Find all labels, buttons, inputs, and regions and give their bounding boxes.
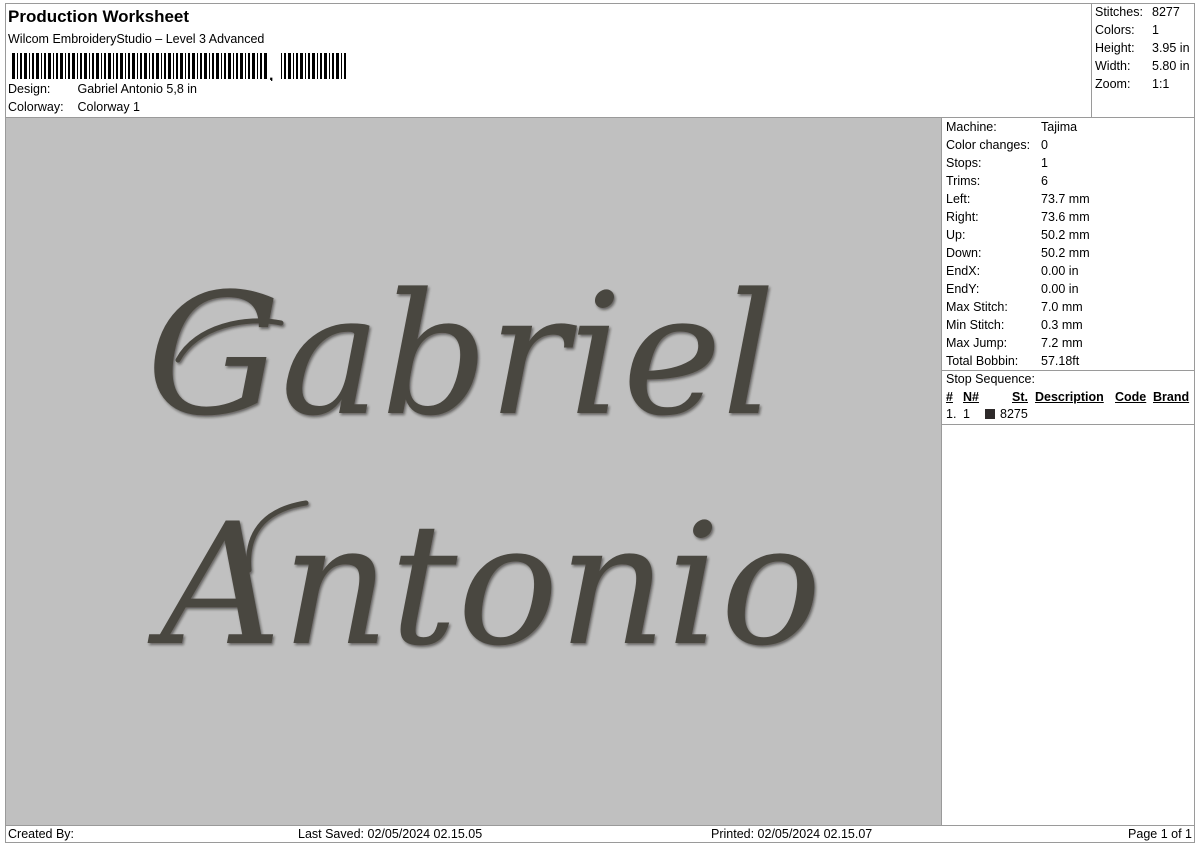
design-row: Design: Gabriel Antonio 5,8 in: [8, 82, 197, 96]
stat-label: Up:: [946, 228, 966, 242]
stat-row: Machine: Tajima: [946, 120, 1077, 134]
stat-value: Tajima: [1041, 120, 1078, 134]
seq-header-brand: Brand: [1153, 390, 1190, 404]
seq-header-description: Description: [1035, 390, 1104, 404]
stat-label: Total Bobbin:: [946, 354, 1019, 368]
stat-row: Trims: 6: [946, 174, 1048, 188]
summary-value: 8277: [1152, 5, 1180, 19]
summary-value: 1: [1152, 23, 1159, 37]
stat-row: Stops: 1: [946, 156, 1048, 170]
embroidery-design-preview: Gabriel Antonio: [146, 257, 821, 683]
stat-row: Left: 73.7 mm: [946, 192, 1090, 206]
seq-row-stitches: 8275: [1000, 407, 1028, 421]
stat-value: 0.3 mm: [1041, 318, 1083, 332]
stat-value: 73.6 mm: [1041, 210, 1090, 224]
stat-value: 7.2 mm: [1041, 336, 1083, 350]
svg-text:,: ,: [269, 67, 273, 81]
stat-value: 0: [1041, 138, 1048, 152]
worksheet-footer: Created By: Last Saved: 02/05/2024 02.15…: [5, 825, 1195, 843]
seq-row-index: 1.: [946, 407, 957, 421]
seq-header-code: Code: [1115, 390, 1147, 404]
summary-label: Width:: [1095, 59, 1131, 73]
stat-row: Max Stitch: 7.0 mm: [946, 300, 1083, 314]
design-preview-canvas: Gabriel Antonio: [6, 118, 942, 825]
thread-color-swatch: [985, 409, 995, 419]
last-saved: Last Saved: 02/05/2024 02.15.05: [298, 827, 483, 841]
stat-row: Down: 50.2 mm: [946, 246, 1090, 260]
stat-label: Left:: [946, 192, 971, 206]
worksheet-header: Production Worksheet Wilcom EmbroiderySt…: [5, 3, 1092, 118]
design-value: Gabriel Antonio 5,8 in: [77, 82, 198, 96]
stat-label: Min Stitch:: [946, 318, 1005, 332]
design-text-line2: Antonio: [147, 487, 821, 683]
seq-header-stitches: St.: [1012, 390, 1028, 404]
stat-value: 57.18ft: [1041, 354, 1080, 368]
summary-box: Stitches: 8277 Colors: 1 Height: 3.95 in Wi…: [1092, 3, 1195, 118]
stat-label: Trims:: [946, 174, 981, 188]
software-name: Wilcom EmbroideryStudio – Level 3 Advanc…: [8, 32, 265, 46]
stat-row: Min Stitch: 0.3 mm: [946, 318, 1083, 332]
stat-label: Right:: [946, 210, 979, 224]
stat-value: 50.2 mm: [1041, 228, 1090, 242]
stop-sequence-title: Stop Sequence:: [946, 372, 1035, 386]
summary-label: Height:: [1095, 41, 1135, 55]
stat-row: Color changes: 0: [946, 138, 1048, 152]
summary-label: Colors:: [1095, 23, 1135, 37]
design-text-line1: Gabriel: [146, 257, 775, 453]
worksheet-title: Production Worksheet: [8, 7, 190, 26]
printed-date: Printed: 02/05/2024 02.15.07: [711, 827, 873, 841]
colorway-value: Colorway 1: [77, 100, 141, 114]
stat-label: Max Stitch:: [946, 300, 1008, 314]
summary-row: Colors: 1: [1095, 23, 1159, 37]
barcode: ,: [12, 53, 346, 81]
colorway-label: Colorway:: [8, 100, 64, 114]
page-number: Page 1 of 1: [1128, 827, 1192, 841]
design-label: Design:: [8, 82, 51, 96]
stat-value: 7.0 mm: [1041, 300, 1083, 314]
summary-value: 1:1: [1152, 77, 1170, 91]
colorway-row: Colorway: Colorway 1: [8, 100, 140, 114]
stat-label: Max Jump:: [946, 336, 1008, 350]
summary-label: Stitches:: [1095, 5, 1143, 19]
stat-value: 1: [1041, 156, 1048, 170]
stat-row: Right: 73.6 mm: [946, 210, 1090, 224]
summary-value: 5.80 in: [1152, 59, 1190, 73]
stat-row: Max Jump: 7.2 mm: [946, 336, 1083, 350]
stat-label: Machine:: [946, 120, 997, 134]
summary-label: Zoom:: [1095, 77, 1131, 91]
stat-label: Stops:: [946, 156, 982, 170]
seq-row-n: 1: [963, 407, 970, 421]
stat-value: 50.2 mm: [1041, 246, 1090, 260]
stat-value: 0.00 in: [1041, 282, 1079, 296]
summary-row: Zoom: 1:1: [1095, 77, 1169, 91]
stat-row: Up: 50.2 mm: [946, 228, 1090, 242]
stat-row: Total Bobbin: 57.18ft: [946, 354, 1079, 368]
stat-value: 6: [1041, 174, 1048, 188]
summary-row: Stitches: 8277: [1095, 5, 1180, 19]
summary-row: Height: 3.95 in: [1095, 41, 1190, 55]
section-divider: [942, 370, 1195, 371]
stat-row: EndX: 0.00 in: [946, 264, 1079, 278]
stat-label: Down:: [946, 246, 982, 260]
stat-label: EndX:: [946, 264, 981, 278]
section-divider: [942, 424, 1195, 425]
stat-value: 73.7 mm: [1041, 192, 1090, 206]
stat-label: Color changes:: [946, 138, 1031, 152]
stat-row: EndY: 0.00 in: [946, 282, 1079, 296]
stat-value: 0.00 in: [1041, 264, 1079, 278]
summary-value: 3.95 in: [1152, 41, 1190, 55]
seq-header-index: #: [946, 390, 953, 404]
stat-label: EndY:: [946, 282, 980, 296]
summary-row: Width: 5.80 in: [1095, 59, 1190, 73]
seq-header-n: N#: [963, 390, 979, 404]
created-by: Created By:: [8, 827, 75, 841]
